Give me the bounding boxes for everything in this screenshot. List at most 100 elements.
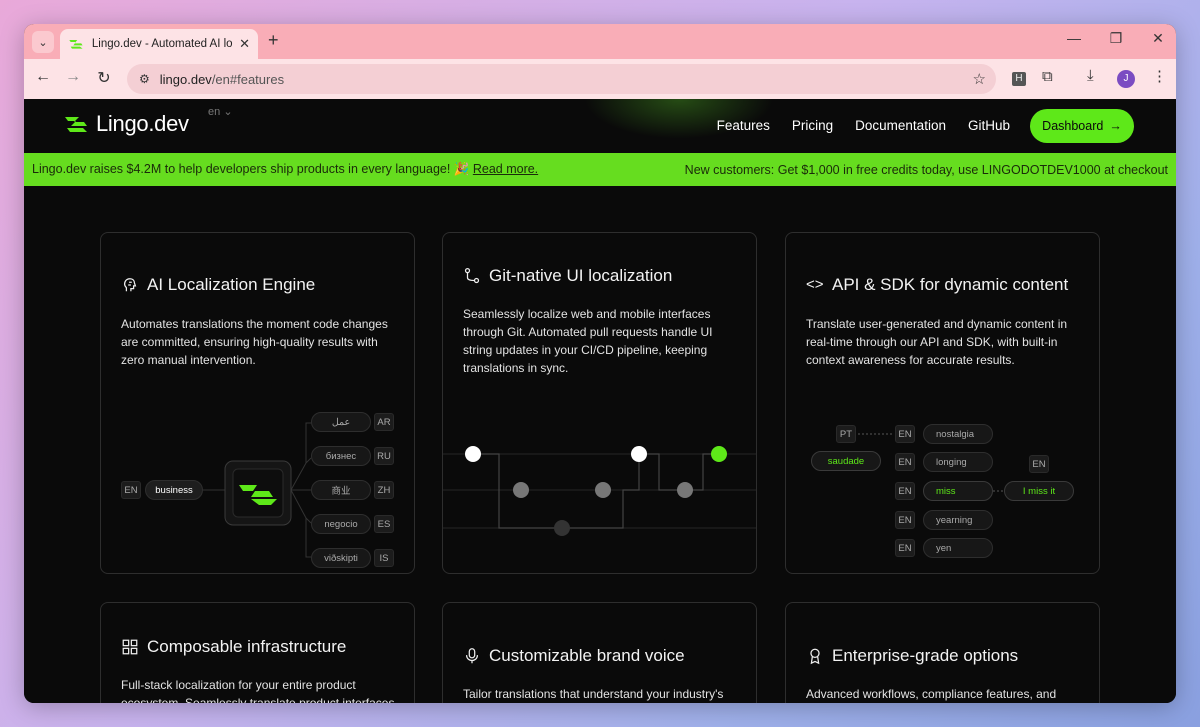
close-window-icon[interactable]: ✕: [1150, 30, 1166, 47]
read-more-link[interactable]: Read more.: [473, 162, 538, 176]
commit-node: [631, 446, 647, 462]
page-content: Lingo.dev en ⌄ Features Pricing Document…: [24, 99, 1176, 703]
tab-title: Lingo.dev - Automated AI locali: [91, 38, 233, 50]
tab-bar: ⌄ Lingo.dev - Automated AI locali ✕ + — …: [24, 24, 1176, 59]
card-description: Tailor translations that understand your…: [463, 687, 724, 701]
card-description: Seamlessly localize web and mobile inter…: [463, 307, 713, 375]
candidate-word-pill: yen: [923, 538, 993, 558]
target-lang-tag: IS: [374, 549, 394, 567]
back-icon[interactable]: ←: [32, 68, 54, 86]
forward-icon[interactable]: →: [62, 68, 84, 86]
nav-github[interactable]: GitHub: [968, 118, 1010, 133]
card-description: Automates translations the moment code c…: [121, 317, 388, 367]
menu-kebab-icon[interactable]: ⋮: [1152, 67, 1167, 85]
banner-left: Lingo.dev raises $4.2M to help developer…: [32, 162, 538, 177]
result-word-pill: I miss it: [1004, 481, 1074, 501]
target-lang-tag: ES: [374, 515, 394, 533]
feature-card-enterprise: Enterprise-grade options Advanced workfl…: [785, 602, 1100, 703]
profile-avatar[interactable]: J: [1117, 70, 1135, 88]
tab-search-icon[interactable]: ⌄: [32, 31, 54, 53]
lingo-logo-icon: [65, 117, 87, 132]
site-info-icon[interactable]: ⚙: [139, 72, 150, 86]
language-code: en: [208, 106, 221, 118]
target-word-pill: viðskipti: [311, 548, 371, 568]
card-description: Advanced workflows, compliance features,…: [806, 687, 1057, 701]
target-lang-tag: RU: [374, 447, 394, 465]
close-tab-icon[interactable]: ✕: [239, 36, 250, 52]
candidate-word-pill: longing: [923, 452, 993, 472]
announcement-banner: Lingo.dev raises $4.2M to help developer…: [24, 153, 1176, 186]
target-lang-tag: ZH: [374, 481, 394, 499]
card-title-text: Customizable brand voice: [489, 646, 685, 665]
candidate-word-pill-selected: miss: [923, 481, 993, 501]
card-title: Git-native UI localization: [463, 266, 672, 286]
address-bar[interactable]: ⚙ lingo.dev/en#features ☆: [127, 64, 996, 94]
new-tab-icon[interactable]: +: [268, 30, 279, 51]
browser-tab[interactable]: Lingo.dev - Automated AI locali ✕: [60, 29, 258, 59]
candidate-lang-tag: EN: [895, 482, 915, 500]
commit-node: [677, 482, 693, 498]
target-lang-tag: AR: [374, 413, 394, 431]
award-icon: [810, 648, 820, 665]
card-title-text: Composable infrastructure: [147, 637, 347, 656]
language-selector[interactable]: en ⌄: [208, 105, 233, 118]
source-word-pill: saudade: [811, 451, 881, 471]
dashboard-label: Dashboard: [1042, 119, 1104, 133]
extensions-icon[interactable]: ⧉: [1042, 68, 1053, 85]
source-word-pill: business: [145, 480, 203, 500]
target-word-pill: бизнес: [311, 446, 371, 466]
grid-icon: [122, 639, 138, 655]
nav-documentation[interactable]: Documentation: [855, 118, 946, 133]
code-icon: <>: [806, 276, 824, 293]
commit-node: [554, 520, 570, 536]
result-lang-tag: EN: [1029, 455, 1049, 473]
restore-icon[interactable]: ❐: [1108, 30, 1124, 47]
browser-window: ⌄ Lingo.dev - Automated AI locali ✕ + — …: [24, 24, 1176, 703]
card-description: Translate user-generated and dynamic con…: [806, 317, 1068, 367]
bookmark-star-icon[interactable]: ☆: [973, 70, 986, 88]
card-title: Enterprise-grade options: [806, 646, 1018, 666]
microphone-icon: [465, 648, 479, 664]
target-word-pill: negocio: [311, 514, 371, 534]
card-title-text: API & SDK for dynamic content: [832, 275, 1069, 294]
card-title: AI Localization Engine: [121, 275, 315, 295]
target-word-pill: عمل: [311, 412, 371, 432]
feature-card-ai-engine: AI Localization Engine Automates transla…: [100, 232, 415, 574]
candidate-word-pill: nostalgia: [923, 424, 993, 444]
nav-features[interactable]: Features: [717, 118, 770, 133]
site-nav: Lingo.dev en ⌄ Features Pricing Document…: [24, 99, 1176, 153]
candidate-word-pill: yearning: [923, 510, 993, 530]
url-host: lingo.dev: [159, 71, 212, 87]
banner-promo-text: New customers: Get $1,000 in free credit…: [684, 162, 1168, 177]
feature-card-git-native: Git-native UI localization Seamlessly lo…: [442, 232, 757, 574]
url-path: /en#features: [211, 71, 285, 87]
card-title: Customizable brand voice: [463, 646, 685, 666]
candidate-lang-tag: EN: [895, 425, 915, 443]
target-word-pill: 商业: [311, 480, 371, 500]
lingo-favicon-icon: [69, 40, 83, 49]
extension-h-icon[interactable]: H: [1012, 72, 1026, 86]
source-lang-tag: PT: [836, 425, 856, 443]
commit-node: [595, 482, 611, 498]
git-branch-icon: [464, 267, 480, 284]
browser-toolbar: ← → ↻ ⚙ lingo.dev/en#features ☆ H ⧉ ⤓ J …: [24, 59, 1176, 99]
dashboard-button[interactable]: Dashboard →: [1030, 109, 1134, 143]
logo[interactable]: Lingo.dev: [64, 111, 189, 137]
nav-pricing[interactable]: Pricing: [792, 118, 833, 133]
commit-node: [465, 446, 481, 462]
card-title-text: Enterprise-grade options: [832, 646, 1019, 665]
chevron-down-icon: ⌄: [223, 106, 233, 118]
feature-card-composable: Composable infrastructure Full-stack loc…: [100, 602, 415, 703]
candidate-lang-tag: EN: [895, 511, 915, 529]
card-title-text: Git-native UI localization: [489, 266, 673, 285]
card-title: <> API & SDK for dynamic content: [806, 275, 1068, 295]
minimize-icon[interactable]: —: [1066, 30, 1082, 47]
git-graph-diagram: [443, 446, 756, 536]
commit-node: [711, 446, 727, 462]
reload-icon[interactable]: ↻: [93, 68, 115, 88]
banner-funding-text: Lingo.dev raises $4.2M to help developer…: [32, 162, 470, 176]
candidate-lang-tag: EN: [895, 453, 915, 471]
url-text: lingo.dev/en#features: [160, 72, 284, 87]
download-icon[interactable]: ⤓: [1087, 67, 1094, 84]
feature-card-api-sdk: <> API & SDK for dynamic content Transla…: [785, 232, 1100, 574]
